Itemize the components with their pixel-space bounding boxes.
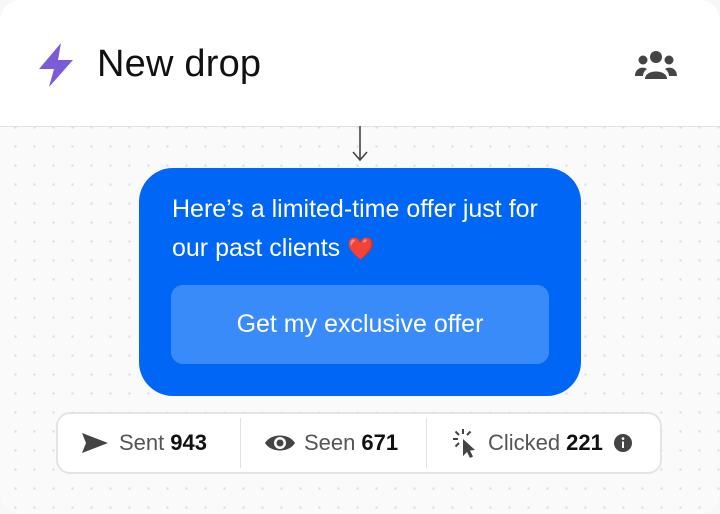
message-text-block: Here’s a limited-time offer just for our… <box>172 190 552 268</box>
card-header: New drop <box>0 0 720 127</box>
stat-sent-label: Sent <box>119 430 165 455</box>
down-arrow-connector <box>352 126 368 162</box>
eye-icon <box>265 435 295 451</box>
stat-clicked-label: Clicked <box>488 430 561 455</box>
users-group-icon[interactable] <box>634 48 678 84</box>
drop-card: New drop Here’s a limited-time offer jus… <box>0 0 720 514</box>
heart-emoji: ❤️ <box>347 236 375 261</box>
info-icon[interactable] <box>613 433 633 453</box>
page-title: New drop <box>97 43 262 85</box>
stat-clicked: Clicked 221 <box>452 414 633 472</box>
stat-sent-value: 943 <box>170 430 207 455</box>
exclusive-offer-button[interactable]: Get my exclusive offer <box>171 285 549 364</box>
stat-clicked-value: 221 <box>566 430 603 455</box>
stat-seen-value: 671 <box>361 430 399 455</box>
lightning-bolt-icon <box>39 43 73 87</box>
stats-bar: Sent 943 Seen 671 Clicked 221 <box>56 412 662 474</box>
stat-sent: Sent 943 <box>80 414 207 472</box>
stat-seen-label: Seen <box>304 430 356 455</box>
message-bubble: Here’s a limited-time offer just for our… <box>139 168 581 396</box>
cursor-click-icon <box>453 429 475 458</box>
stats-divider <box>426 418 427 468</box>
stats-divider <box>240 418 241 468</box>
stat-seen: Seen 671 <box>264 414 398 472</box>
send-icon <box>82 433 108 453</box>
